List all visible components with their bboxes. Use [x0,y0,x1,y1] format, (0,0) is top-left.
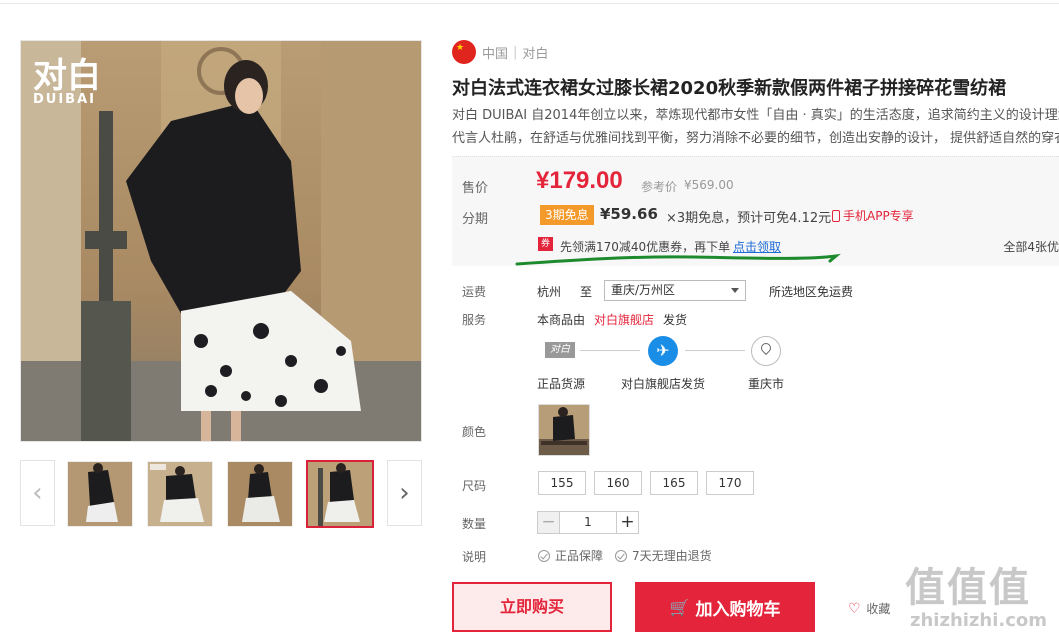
service-label: 服务 [462,313,487,327]
shipping-label: 运费 [462,285,487,299]
chevron-left-icon: ‹ [32,478,43,508]
coupon-badge: 券 [538,237,553,251]
flow-step-authentic: 正品货源 [537,377,586,391]
region-select[interactable]: 重庆/万州区 [604,280,746,301]
brand-logo-sub: DUIBAI [33,92,96,107]
add-to-cart-label: 加入购物车 [695,599,781,620]
ship-to-text: 至 [580,285,593,299]
china-flag-icon: ★ [452,40,476,64]
green-annotation-stroke [515,253,841,266]
thumbnail-1[interactable] [67,461,133,527]
quantity-decrement-button[interactable]: − [538,512,560,533]
flow-step-destination: 重庆市 [748,377,785,391]
product-description-line-1: 对白 DUIBAI 自2014年创立以来，萃炼现代都市女性「自由 · 真实」的生… [452,108,1059,123]
guarantee-return-text: 7天无理由退货 [632,549,712,563]
watermark-url: zhizhizhi.com [910,610,1048,631]
cart-icon: 🛒 [669,597,690,617]
thumbnail-strip: ‹ › [20,460,422,528]
store-link[interactable]: 对白旗舰店 [594,311,654,328]
sale-price: ¥179.00 [536,167,623,194]
flow-line-1 [580,350,640,351]
add-to-cart-button[interactable]: 🛒 加入购物车 [635,582,815,632]
caret-down-icon [731,288,739,293]
installment-label: 分期 [462,212,489,227]
phone-icon [832,209,840,222]
service-text-suffix: 发货 [663,313,688,327]
thumb-next-button[interactable]: › [387,460,422,526]
brand-source-icon: 对白 [545,342,575,358]
all-coupons-link[interactable]: 全部4张优 [1003,238,1059,255]
flow-step-store-ship: 对白旗舰店发货 [621,377,706,391]
guarantee-authentic-text: 正品保障 [555,549,604,563]
product-description: 对白 DUIBAI 自2014年创立以来，萃炼现代都市女性「自由 · 真实」的生… [452,104,1059,150]
quantity-increment-button[interactable]: + [616,512,638,533]
heart-icon: ♡ [848,601,861,617]
top-divider [0,0,1059,4]
size-label: 尺码 [462,479,487,493]
chevron-right-icon: › [399,478,410,508]
color-swatch-black[interactable] [538,404,590,456]
free-shipping-text: 所选地区免运费 [769,285,854,299]
location-pin-icon [751,336,781,366]
flow-line-2 [685,350,745,351]
thumbnail-3[interactable] [227,461,293,527]
watermark-logo: 值值值 [905,565,1031,611]
notes-label: 说明 [462,550,487,564]
guarantee-return: 7天无理由退货 [615,547,712,564]
service-text-prefix: 本商品由 [537,313,586,327]
product-title: 对白法式连衣裙女过膝长裙2020秋季新款假两件裙子拼接碎花雪纺裙 [452,78,1007,99]
thumb-prev-button[interactable]: ‹ [20,460,55,526]
size-option-165[interactable]: 165 [650,471,698,495]
check-circle-icon [615,549,627,562]
price-label: 售价 [462,181,489,196]
size-option-155[interactable]: 155 [538,471,586,495]
region-select-value: 重庆/万州区 [611,283,676,297]
size-option-160[interactable]: 160 [594,471,642,495]
origin-row: ★ 中国 | 对白 [452,40,548,64]
quantity-stepper: − 1 + [537,511,639,534]
reference-price: ¥569.00 [684,178,734,192]
quantity-label: 数量 [462,517,487,531]
main-product-image[interactable]: 对白 DUIBAI [20,40,422,442]
origin-country: 中国 [482,46,509,62]
product-description-line-2: 代言人杜鹃，在舒适与优雅间找到平衡，努力消除不必要的细节，创造出安静的设计， 提… [452,131,1059,146]
favorite-label: 收藏 [866,602,891,616]
ship-from-city: 杭州 [537,285,562,299]
size-option-170[interactable]: 170 [706,471,754,495]
guarantee-authentic: 正品保障 [538,547,603,564]
installment-text: ×3期免息，预计可免4.12元 [666,211,832,226]
favorite-button[interactable]: ♡ 收藏 [848,600,890,617]
brand-logo-text: 对白 [33,56,101,96]
installment-badge[interactable]: 3期免息 [540,205,594,225]
color-label: 颜色 [462,425,487,439]
reference-price-label: 参考价 [641,180,678,194]
thumbnail-4-selected[interactable] [306,460,374,528]
thumbnail-2[interactable] [147,461,213,527]
quantity-input[interactable]: 1 [560,512,616,533]
app-only-link[interactable]: 手机APP专享 [832,207,914,224]
app-only-text: 手机APP专享 [843,209,914,223]
installment-price: ¥59.66 [600,205,658,223]
origin-separator: | [513,44,518,60]
airplane-icon: ✈ [648,336,678,366]
buy-now-button[interactable]: 立即购买 [452,582,612,632]
origin-brand[interactable]: 对白 [522,43,548,62]
check-circle-icon [538,549,550,562]
